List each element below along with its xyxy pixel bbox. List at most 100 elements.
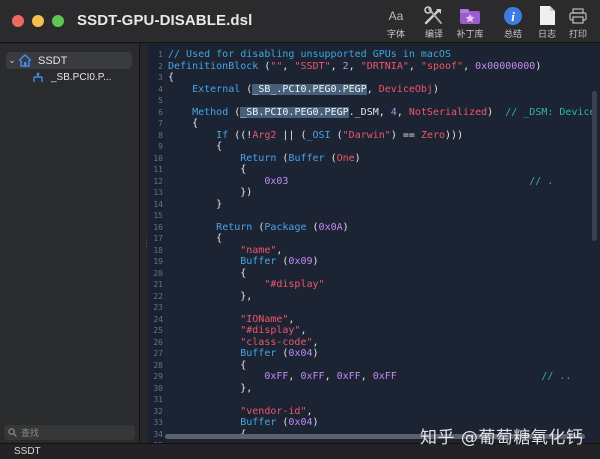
line-number: 1: [158, 50, 163, 59]
toolbar-summary-button[interactable]: i 总结: [496, 5, 530, 41]
code-token: Buffer: [240, 348, 277, 359]
sidebar-search-field[interactable]: 查找: [4, 425, 135, 440]
code-token: ._DSM,: [348, 106, 391, 118]
code-token: ,: [282, 60, 295, 72]
toolbar-compile-button[interactable]: 编译: [417, 5, 451, 41]
code-line[interactable]: "class-code",: [168, 337, 318, 349]
toolbar-compile-label: 编译: [424, 30, 443, 40]
code-line[interactable]: Buffer (0x09): [168, 256, 318, 268]
toolbar-summary-label: 总结: [503, 30, 522, 40]
code-editor[interactable]: 1 // Used for disabling unsupported GPUs …: [148, 44, 600, 443]
code-line[interactable]: External (_SB_.PCI0.PEG0.PEGP, DeviceObj…: [168, 83, 439, 96]
tree-item-device[interactable]: _SB.PCI0.P...: [32, 69, 111, 86]
code-token: ) ==: [390, 129, 421, 141]
toolbar-patch-button[interactable]: 补丁库: [453, 5, 487, 41]
line-number: 33: [153, 418, 163, 427]
home-icon: [18, 54, 34, 67]
code-line[interactable]: "#display",: [168, 325, 306, 337]
code-line[interactable]: 0x03 // .: [168, 176, 553, 188]
code-line[interactable]: },: [168, 383, 252, 395]
toolbar-log-label: 日志: [537, 30, 556, 40]
search-icon: [8, 428, 17, 437]
code-line[interactable]: }): [168, 187, 252, 199]
line-number: 24: [153, 314, 163, 324]
code-token: (: [330, 129, 343, 141]
svg-text:i: i: [511, 9, 515, 24]
code-token: ,: [366, 83, 379, 95]
code-token: ,: [396, 106, 409, 118]
close-window-button[interactable]: [12, 15, 24, 27]
code-line[interactable]: {: [168, 141, 222, 153]
code-token: (: [276, 417, 289, 428]
code-line[interactable]: },: [168, 291, 252, 303]
code-line[interactable]: "name",: [168, 245, 282, 257]
line-number: 20: [153, 268, 163, 278]
code-token: 0x0A: [318, 221, 343, 233]
code-token: 0xFF: [264, 371, 289, 382]
line-number: 21: [153, 280, 163, 289]
minimize-window-button[interactable]: [32, 15, 44, 27]
code-line[interactable]: {: [168, 360, 246, 372]
line-number: 7: [158, 119, 163, 128]
code-token: ,: [463, 60, 476, 72]
code-line[interactable]: {: [168, 233, 222, 245]
device-tree-icon: [32, 72, 48, 84]
code-line[interactable]: "vendor-id",: [168, 406, 312, 418]
chevron-down-icon[interactable]: ⌄: [6, 55, 18, 66]
toolbar-print-label: 打印: [568, 30, 587, 40]
toolbar-print-button[interactable]: 打印: [561, 5, 595, 41]
code-token: Buffer: [240, 256, 277, 267]
code-line[interactable]: // Used for disabling unsupported GPUs i…: [168, 49, 451, 61]
code-line[interactable]: Buffer (0x04): [168, 417, 319, 429]
zoom-window-button[interactable]: [52, 15, 64, 27]
code-line[interactable]: {: [168, 164, 246, 176]
code-line[interactable]: }: [168, 199, 222, 211]
code-line[interactable]: "IOName",: [168, 314, 294, 326]
line-number: 4: [158, 84, 163, 94]
code-token: ,: [408, 60, 421, 72]
code-line[interactable]: Method (_SB.PCI0.PEG0.PEGP._DSM, 4, NotS…: [168, 106, 596, 119]
line-number: 25: [153, 326, 163, 335]
line-number: 30: [153, 383, 163, 393]
code-line[interactable]: Buffer (0x04): [168, 348, 318, 360]
code-token: },: [168, 382, 253, 394]
code-line[interactable]: DefinitionBlock ("", "SSDT", 2, "DRTNIA"…: [168, 61, 541, 73]
code-token: 0xFF: [336, 371, 361, 382]
code-token: },: [168, 290, 253, 302]
code-token: Buffer: [288, 152, 325, 164]
vertical-scrollbar[interactable]: [592, 91, 597, 241]
code-token: {: [168, 359, 247, 371]
code-token: }: [168, 198, 223, 210]
code-line[interactable]: Return (Package (0x0A): [168, 222, 349, 234]
toolbar-patch-label: 补丁库: [456, 30, 484, 40]
toolbar-log-button[interactable]: 日志: [530, 5, 564, 41]
code-line[interactable]: {: [168, 268, 246, 280]
line-number: 16: [153, 222, 163, 232]
code-line[interactable]: If ((!Arg2 || (_OSI ("Darwin") == Zero))…: [168, 130, 463, 142]
code-line[interactable]: {: [168, 118, 198, 130]
code-token: _OSI: [306, 129, 331, 141]
code-line[interactable]: 0xFF, 0xFF, 0xFF, 0xFF // ..: [168, 371, 571, 383]
line-number: 27: [153, 349, 163, 358]
line-number: 14: [153, 199, 163, 209]
toolbar-font-button[interactable]: Aa 字体: [379, 5, 413, 41]
tree-item-ssdt[interactable]: ⌄ SSDT: [6, 52, 132, 69]
code-token: ,: [360, 371, 373, 382]
line-number: 8: [158, 130, 163, 140]
line-number: 17: [153, 234, 163, 243]
code-token: If: [216, 129, 229, 141]
code-token: ): [312, 417, 319, 428]
search-placeholder: 查找: [21, 429, 40, 439]
code-line[interactable]: {: [168, 72, 174, 84]
line-number: 32: [153, 406, 163, 416]
code-token: {: [168, 72, 175, 83]
line-number: 2: [158, 61, 163, 71]
code-line[interactable]: "#display": [168, 279, 324, 291]
code-token: DefinitionBlock: [168, 60, 259, 72]
code-line[interactable]: Return (Buffer (One): [168, 152, 360, 165]
